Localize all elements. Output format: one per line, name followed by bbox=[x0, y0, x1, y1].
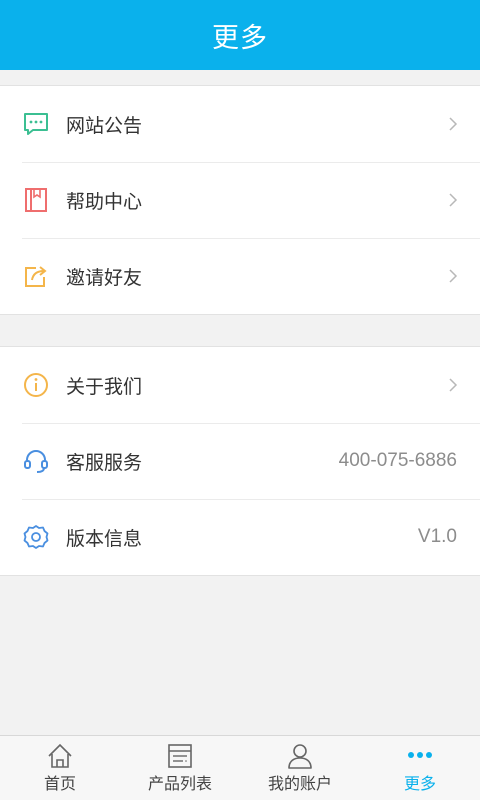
more-dots-icon bbox=[406, 742, 434, 770]
menu-item-label: 客服服务 bbox=[66, 451, 143, 474]
tab-home[interactable]: 首页 bbox=[0, 736, 120, 800]
chat-bubble-icon bbox=[22, 110, 50, 138]
page-title: 更多 bbox=[212, 22, 268, 54]
bottom-tab-bar: 首页 产品列表 我的账户 更多 bbox=[0, 735, 480, 800]
phone-number[interactable]: 400-075-6886 bbox=[339, 450, 457, 472]
tab-label: 产品列表 bbox=[147, 774, 212, 793]
version-number: V1.0 bbox=[417, 526, 457, 547]
tab-label: 我的账户 bbox=[267, 774, 332, 793]
tab-label: 更多 bbox=[403, 774, 436, 793]
tab-my-account[interactable]: 我的账户 bbox=[240, 736, 360, 800]
share-icon bbox=[22, 262, 50, 290]
menu-item-help-center[interactable]: 帮助中心 bbox=[0, 162, 480, 238]
info-icon bbox=[22, 371, 50, 399]
menu-item-label: 帮助中心 bbox=[66, 190, 143, 213]
chevron-right-icon bbox=[448, 268, 458, 284]
menu-group-2: 关于我们 客服服务 400-075-6886 版本信息 V1.0 bbox=[0, 346, 480, 576]
menu-group-1: 网站公告 帮助中心 邀请好友 bbox=[0, 85, 480, 315]
menu-item-customer-service[interactable]: 客服服务 400-075-6886 bbox=[0, 423, 480, 499]
menu-item-label: 邀请好友 bbox=[66, 266, 143, 289]
user-icon bbox=[286, 742, 314, 770]
tab-more[interactable]: 更多 bbox=[360, 736, 480, 800]
chevron-right-icon bbox=[448, 116, 458, 132]
chevron-right-icon bbox=[448, 377, 458, 393]
menu-item-announcement[interactable]: 网站公告 bbox=[0, 86, 480, 162]
menu-item-label: 版本信息 bbox=[66, 527, 143, 550]
headset-icon bbox=[22, 447, 50, 475]
menu-item-about-us[interactable]: 关于我们 bbox=[0, 347, 480, 423]
menu-item-label: 关于我们 bbox=[66, 375, 143, 398]
gear-icon bbox=[22, 523, 50, 551]
header-bar: 更多 bbox=[0, 0, 480, 70]
book-icon bbox=[22, 186, 50, 214]
menu-item-version-info[interactable]: 版本信息 V1.0 bbox=[0, 499, 480, 575]
home-icon bbox=[46, 742, 74, 770]
tab-product-list[interactable]: 产品列表 bbox=[120, 736, 240, 800]
menu-item-label: 网站公告 bbox=[66, 114, 143, 137]
list-icon bbox=[166, 742, 194, 770]
menu-item-invite-friends[interactable]: 邀请好友 bbox=[0, 238, 480, 314]
tab-label: 首页 bbox=[43, 774, 76, 793]
chevron-right-icon bbox=[448, 192, 458, 208]
